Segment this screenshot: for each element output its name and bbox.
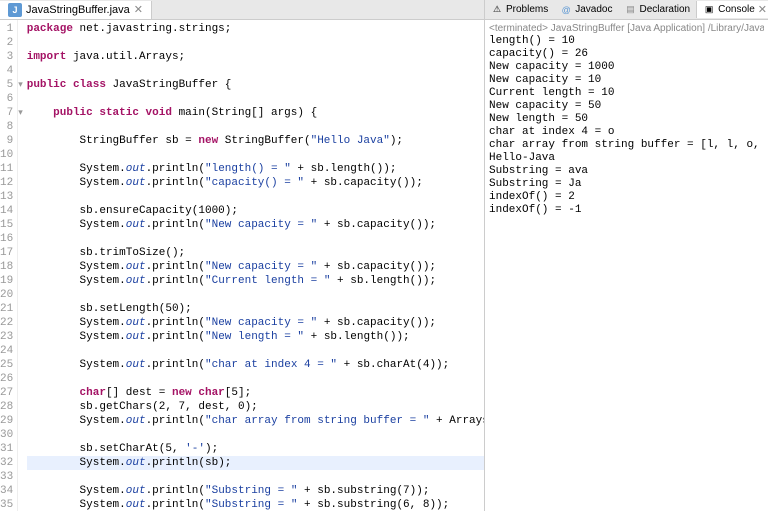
console-line: char at index 4 = o: [489, 126, 764, 139]
code-line[interactable]: StringBuffer sb = new StringBuffer("Hell…: [27, 134, 484, 148]
code-line[interactable]: System.out.println("New length = " + sb.…: [27, 330, 484, 344]
code-body[interactable]: package net.javastring.strings; import j…: [23, 20, 484, 511]
code-line[interactable]: System.out.println("capacity() = " + sb.…: [27, 176, 484, 190]
code-line[interactable]: [27, 190, 484, 204]
code-line[interactable]: [27, 232, 484, 246]
code-line[interactable]: System.out.println("Current length = " +…: [27, 274, 484, 288]
console-icon: ▣: [703, 4, 715, 16]
code-line[interactable]: System.out.println(sb);: [27, 456, 484, 470]
javadoc-icon: @: [560, 4, 572, 16]
console-line: Substring = Ja: [489, 178, 764, 191]
code-line[interactable]: System.out.println("New capacity = " + s…: [27, 316, 484, 330]
tab-label: Javadoc: [575, 4, 612, 15]
tab-label: Problems: [506, 4, 548, 15]
tab-javadoc[interactable]: @ Javadoc: [554, 2, 618, 18]
code-line[interactable]: [27, 344, 484, 358]
code-line[interactable]: System.out.println("New capacity = " + s…: [27, 218, 484, 232]
console-line: capacity() = 26: [489, 48, 764, 61]
code-line[interactable]: System.out.println("char array from stri…: [27, 414, 484, 428]
editor-tab-label: JavaStringBuffer.java: [26, 4, 130, 16]
code-line[interactable]: char[] dest = new char[5];: [27, 386, 484, 400]
code-line[interactable]: [27, 64, 484, 78]
code-line[interactable]: [27, 36, 484, 50]
console-line: New capacity = 10: [489, 74, 764, 87]
code-line[interactable]: System.out.println("char at index 4 = " …: [27, 358, 484, 372]
code-line[interactable]: public class JavaStringBuffer {: [27, 78, 484, 92]
console-content[interactable]: <terminated> JavaStringBuffer [Java Appl…: [485, 20, 768, 511]
code-line[interactable]: import java.util.Arrays;: [27, 50, 484, 64]
console-line: char array from string buffer = [l, l, o…: [489, 139, 764, 152]
console-line: New capacity = 50: [489, 100, 764, 113]
console-line: New capacity = 1000: [489, 61, 764, 74]
console-line: Hello-Java: [489, 152, 764, 165]
line-gutter: 1234567891011121314151617181920212223242…: [0, 20, 18, 511]
code-line[interactable]: package net.javastring.strings;: [27, 22, 484, 36]
tab-label: Declaration: [640, 4, 691, 15]
problems-icon: ⚠: [491, 4, 503, 16]
declaration-icon: ▤: [625, 4, 637, 16]
console-header: <terminated> JavaStringBuffer [Java Appl…: [489, 22, 764, 35]
close-icon[interactable]: ✕: [134, 3, 143, 16]
close-icon[interactable]: ✕: [758, 3, 767, 16]
views-tabs: ⚠ Problems @ Javadoc ▤ Declaration ▣ Con…: [485, 0, 768, 20]
code-line[interactable]: [27, 470, 484, 484]
tab-declaration[interactable]: ▤ Declaration: [619, 2, 697, 18]
tab-problems[interactable]: ⚠ Problems: [485, 2, 554, 18]
code-line[interactable]: System.out.println("Substring = " + sb.s…: [27, 484, 484, 498]
editor-pane: J JavaStringBuffer.java ✕ 12345678910111…: [0, 0, 485, 511]
console-line: Substring = ava: [489, 165, 764, 178]
code-line[interactable]: System.out.println("length() = " + sb.le…: [27, 162, 484, 176]
tab-label: Console: [718, 4, 755, 15]
console-line: New length = 50: [489, 113, 764, 126]
code-line[interactable]: System.out.println("Substring = " + sb.s…: [27, 498, 484, 511]
code-line[interactable]: [27, 148, 484, 162]
console-line: Current length = 10: [489, 87, 764, 100]
java-file-icon: J: [8, 3, 22, 17]
editor-tab[interactable]: J JavaStringBuffer.java ✕: [0, 1, 152, 19]
code-line[interactable]: [27, 428, 484, 442]
editor-tabs: J JavaStringBuffer.java ✕: [0, 0, 484, 20]
code-line[interactable]: public static void main(String[] args) {: [27, 106, 484, 120]
console-line: indexOf() = -1: [489, 204, 764, 217]
code-line[interactable]: [27, 92, 484, 106]
code-line[interactable]: sb.getChars(2, 7, dest, 0);: [27, 400, 484, 414]
console-line: length() = 10: [489, 35, 764, 48]
code-line[interactable]: sb.setCharAt(5, '-');: [27, 442, 484, 456]
code-line[interactable]: sb.ensureCapacity(1000);: [27, 204, 484, 218]
code-line[interactable]: [27, 288, 484, 302]
code-line[interactable]: [27, 372, 484, 386]
code-line[interactable]: System.out.println("New capacity = " + s…: [27, 260, 484, 274]
right-pane: ⚠ Problems @ Javadoc ▤ Declaration ▣ Con…: [485, 0, 768, 511]
code-line[interactable]: sb.trimToSize();: [27, 246, 484, 260]
code-line[interactable]: sb.setLength(50);: [27, 302, 484, 316]
code-line[interactable]: [27, 120, 484, 134]
console-line: indexOf() = 2: [489, 191, 764, 204]
code-area[interactable]: 1234567891011121314151617181920212223242…: [0, 20, 484, 511]
tab-console[interactable]: ▣ Console ✕: [696, 1, 768, 18]
